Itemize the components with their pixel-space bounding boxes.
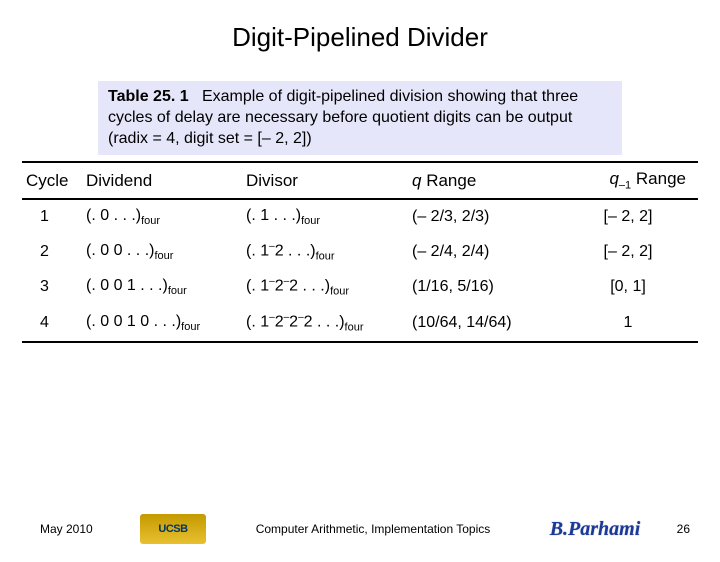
cell-cycle: 4: [22, 314, 86, 332]
author-signature: B.Parhami: [540, 518, 650, 541]
cell-q-range: (– 2/3, 2/3): [412, 208, 570, 226]
table-header-row: Cycle Dividend Divisor q Range q–1 Range: [22, 163, 698, 197]
table-row: 3 (. 0 0 1 . . .)four (. 1–2–2 . . .)fou…: [22, 269, 698, 305]
cell-dividend: (. 0 . . .)four: [86, 207, 246, 227]
header-dividend: Dividend: [86, 171, 246, 191]
cell-dividend: (. 0 0 1 . . .)four: [86, 277, 246, 297]
header-cycle: Cycle: [22, 171, 86, 191]
cell-q-range: (– 2/4, 2/4): [412, 243, 570, 261]
cell-divisor: (. 1–2–2–2 . . .)four: [246, 312, 412, 334]
table-row: 4 (. 0 0 1 0 . . .)four (. 1–2–2–2 . . .…: [22, 305, 698, 341]
table-caption: Table 25. 1 Example of digit-pipelined d…: [98, 81, 622, 155]
footer-title: Computer Arithmetic, Implementation Topi…: [206, 522, 540, 536]
cell-cycle: 1: [22, 208, 86, 226]
cell-q-range: (10/64, 14/64): [412, 314, 570, 332]
cell-q1-range: [– 2, 2]: [570, 243, 690, 261]
cell-cycle: 3: [22, 278, 86, 296]
cell-q1-range: [0, 1]: [570, 278, 690, 296]
cell-dividend: (. 0 0 . . .)four: [86, 242, 246, 262]
table-row: 2 (. 0 0 . . .)four (. 1–2 . . .)four (–…: [22, 234, 698, 270]
page-title: Digit-Pipelined Divider: [0, 22, 720, 53]
footer-date: May 2010: [40, 522, 140, 536]
cell-divisor: (. 1–2–2 . . .)four: [246, 276, 412, 298]
cell-q1-range: 1: [570, 314, 690, 332]
header-divisor: Divisor: [246, 171, 412, 191]
divider: [22, 341, 698, 343]
header-q-range: q Range: [412, 171, 570, 191]
cell-divisor: (. 1 . . .)four: [246, 207, 412, 227]
cell-q-range: (1/16, 5/16): [412, 278, 570, 296]
cell-cycle: 2: [22, 243, 86, 261]
cell-dividend: (. 0 0 1 0 . . .)four: [86, 313, 246, 333]
data-table: Cycle Dividend Divisor q Range q–1 Range…: [22, 161, 698, 342]
cell-q1-range: [– 2, 2]: [570, 208, 690, 226]
table-label: Table 25. 1: [108, 88, 189, 105]
cell-divisor: (. 1–2 . . .)four: [246, 241, 412, 263]
page-number: 26: [650, 522, 690, 536]
table-row: 1 (. 0 . . .)four (. 1 . . .)four (– 2/3…: [22, 200, 698, 234]
header-q1-range: q–1 Range: [570, 169, 690, 191]
